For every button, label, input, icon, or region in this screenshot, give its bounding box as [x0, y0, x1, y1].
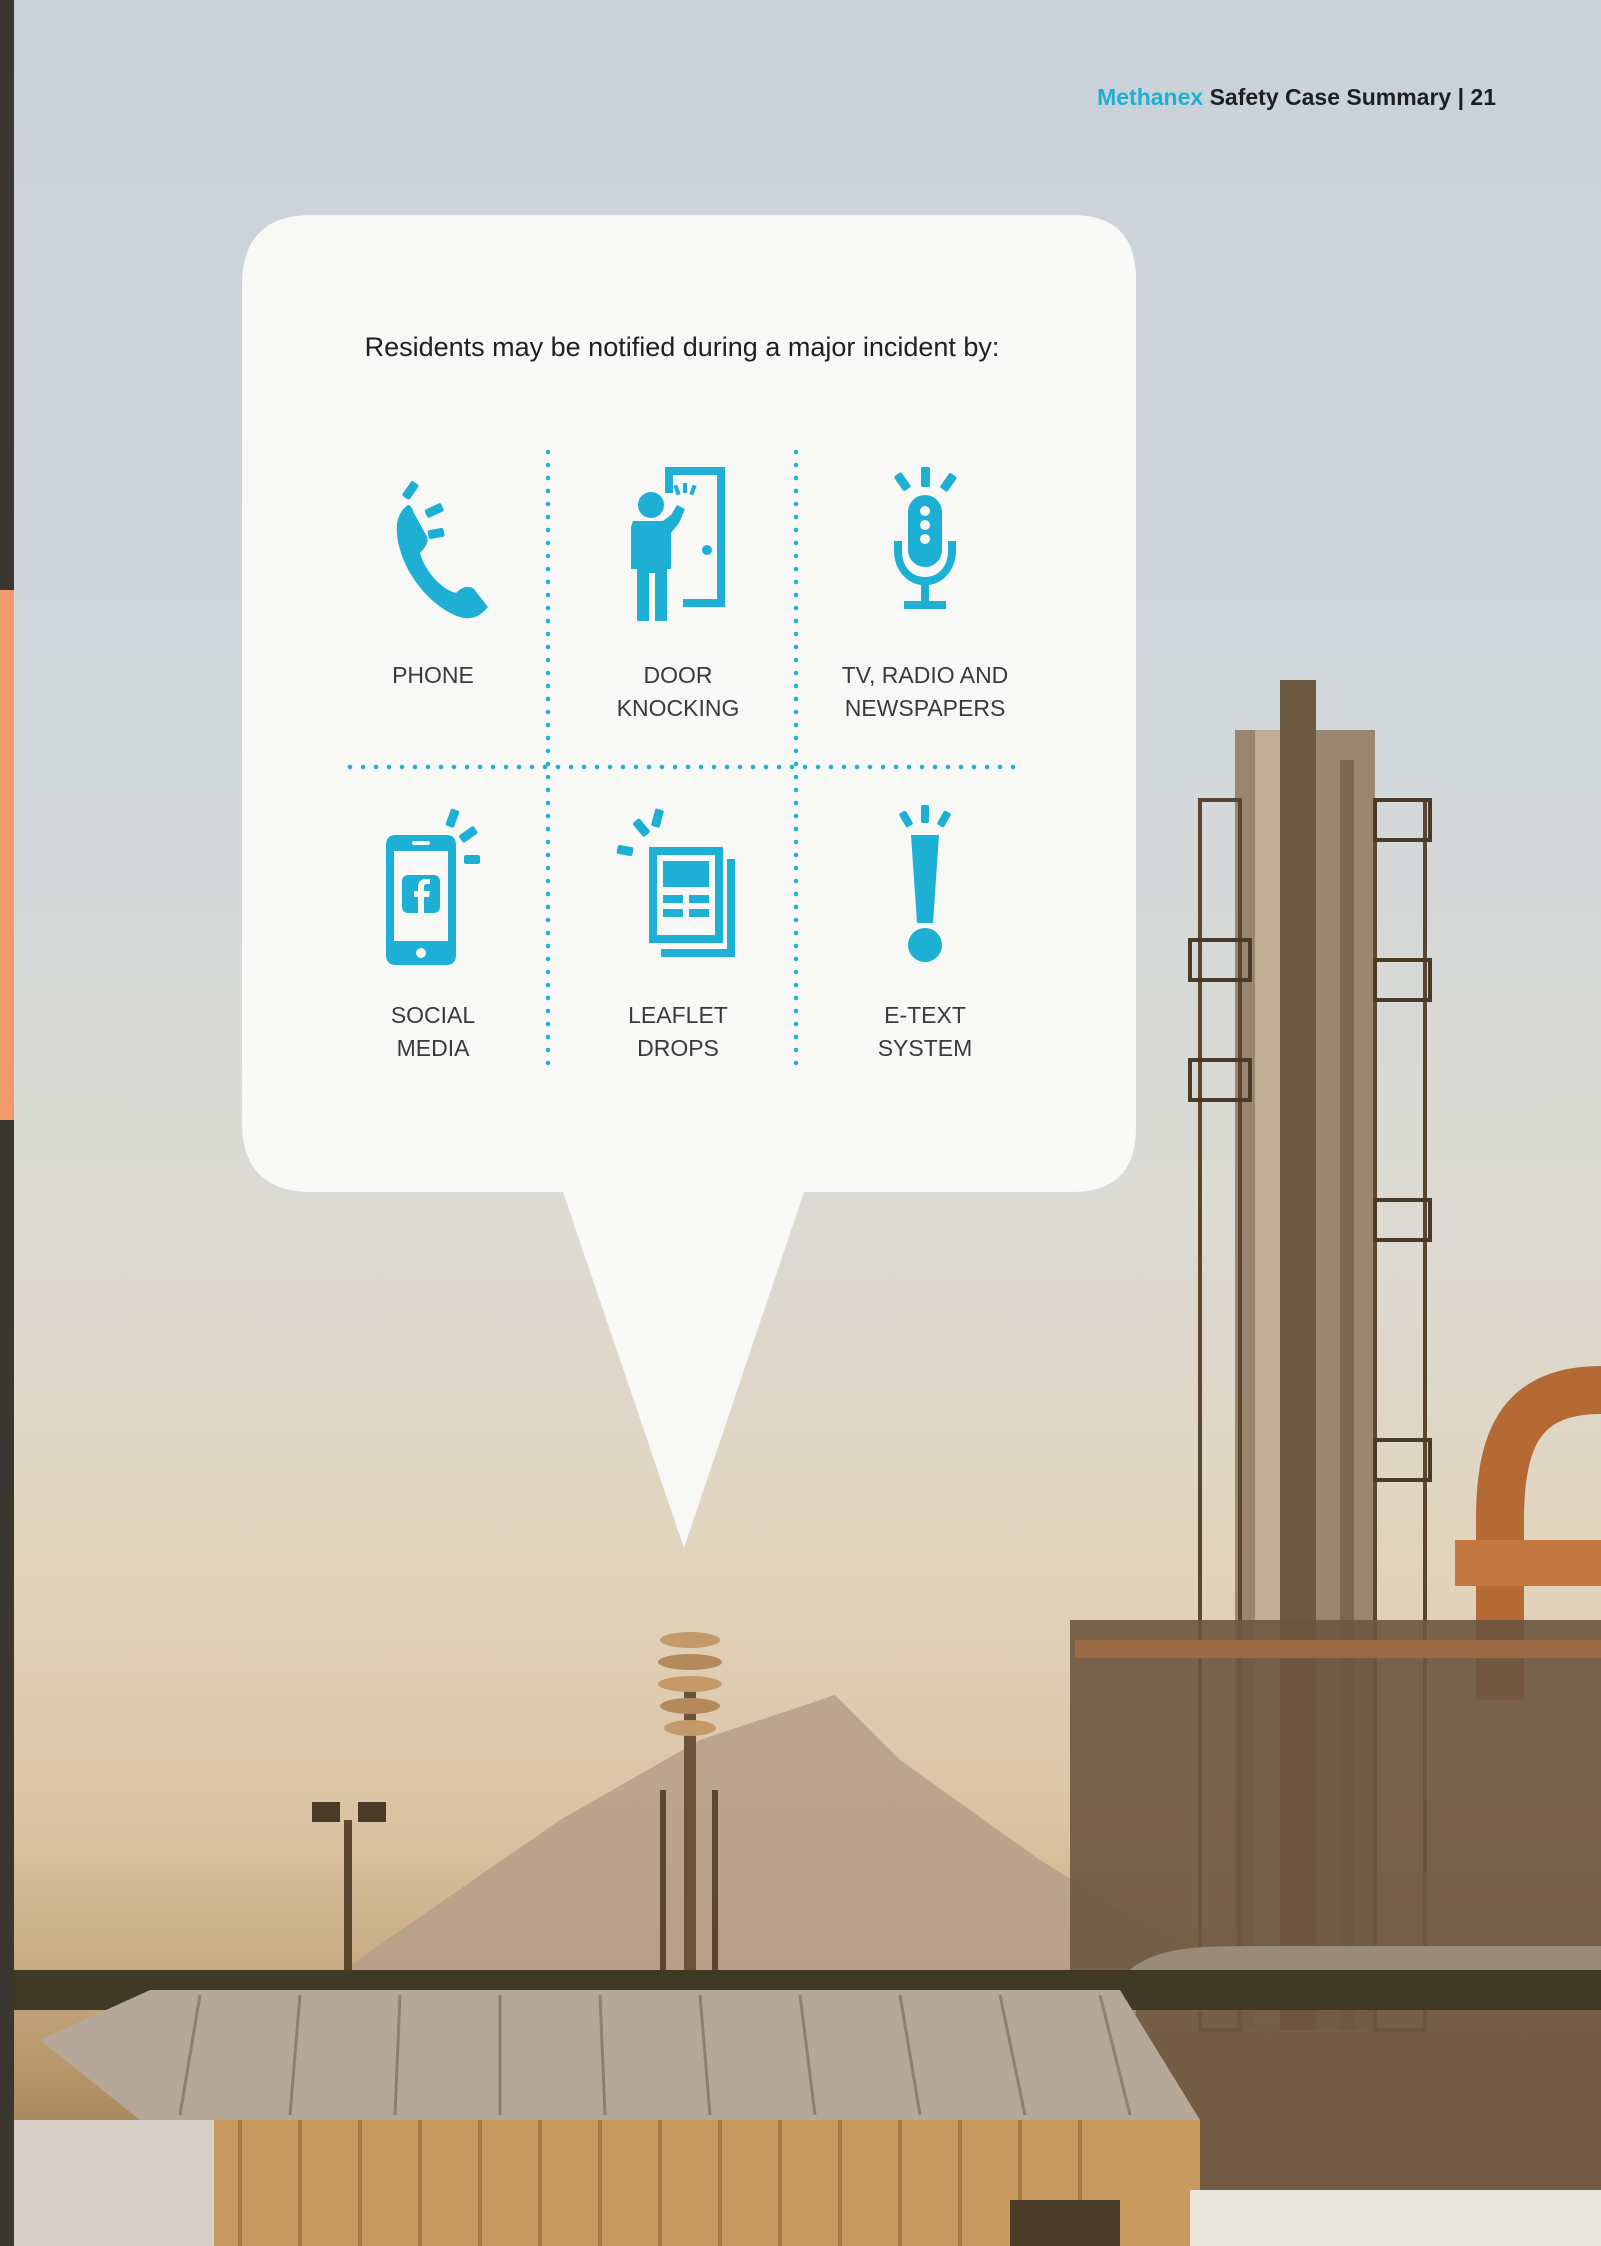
method-phone: PHONE [323, 465, 543, 692]
method-label: E-TEXT [884, 1002, 966, 1028]
method-leaflet-drops: LEAFLET DROPS [568, 805, 788, 1065]
method-social-media: SOCIAL MEDIA [323, 805, 543, 1065]
smartphone-facebook-icon [368, 805, 498, 965]
method-label: PHONE [392, 662, 474, 688]
method-label: TV, RADIO AND [841, 662, 1009, 688]
method-tv-radio-newspapers: TV, RADIO AND NEWSPAPERS [815, 465, 1035, 725]
method-label: LEAFLET [628, 1002, 728, 1028]
leaflet-icon [613, 805, 743, 965]
method-e-text-system: E-TEXT SYSTEM [815, 805, 1035, 1065]
method-label: SOCIAL [390, 1002, 476, 1028]
method-label: DOOR [643, 662, 713, 688]
phone-icon [368, 465, 498, 625]
intro-text: Residents may be notified during a major… [364, 332, 1000, 362]
door-knock-icon [613, 465, 743, 625]
method-door-knocking: DOOR KNOCKING [568, 465, 788, 725]
exclamation-icon [860, 805, 990, 965]
microphone-icon [860, 465, 990, 625]
